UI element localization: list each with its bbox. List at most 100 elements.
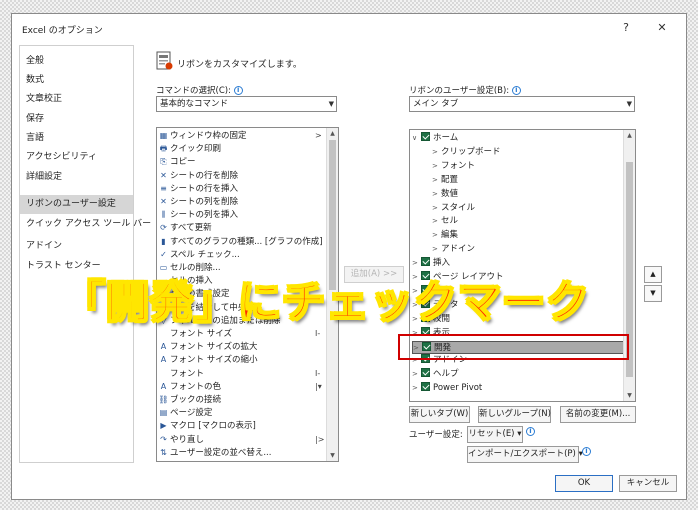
checkbox-checked-icon[interactable] <box>421 368 430 378</box>
command-icon: ⛓ <box>158 395 169 404</box>
move-up-button[interactable]: ▲ <box>644 266 662 283</box>
command-list-item[interactable]: ⇅ ユーザー設定の並べ替え... <box>158 447 271 459</box>
checkbox-checked-icon[interactable] <box>421 382 430 392</box>
ribbon-tree-item[interactable]: > セル <box>432 215 622 228</box>
command-list-item[interactable]: ▤ ページ設定 <box>158 407 213 419</box>
nav-item[interactable]: 保存 <box>20 110 133 129</box>
command-list-item[interactable]: ⟳ すべて更新 <box>158 222 211 234</box>
ok-button[interactable]: OK <box>555 475 613 492</box>
ribbon-tree-label: 数値 <box>441 188 459 199</box>
ribbon-tree[interactable]: > Power Pivot > ヘルプ > アドイン > 開発 > 表示 > 校閲 > データ > 数式 > ペー… <box>409 129 636 402</box>
command-label: マクロ [マクロの表示] <box>170 421 256 432</box>
command-list-item[interactable]: ✕ シートの列を削除 <box>158 196 238 208</box>
info-icon: i <box>526 427 535 436</box>
chevron-right-icon[interactable]: > <box>432 229 441 242</box>
chevron-right-icon[interactable]: > <box>432 146 441 159</box>
ribbon-tree-item[interactable]: > スタイル <box>432 202 622 215</box>
command-list-item[interactable]: ▮ すべてのグラフの種類... [グラフの作成] <box>158 236 323 248</box>
chevron-right-icon[interactable]: > <box>432 215 441 228</box>
chevron-right-icon[interactable]: > <box>432 174 441 187</box>
command-list-item[interactable]: ⎘ コピー <box>158 156 195 168</box>
scroll-down-icon[interactable]: ▼ <box>327 450 338 461</box>
annotation-overlay-text: 「開発」にチェックマーク <box>61 277 590 329</box>
command-list-item[interactable]: ↷ やり直し |> <box>158 434 324 446</box>
command-icon: ▦ <box>159 131 168 140</box>
ribbon-tree-label: ホーム <box>433 133 459 143</box>
command-list-item[interactable]: 🖶 クイック印刷 <box>158 143 221 155</box>
nav-item[interactable]: 数式 <box>20 71 133 90</box>
ribbon-tree-item[interactable]: > 配置 <box>432 174 622 187</box>
nav-item[interactable]: 文章校正 <box>20 90 133 109</box>
nav-item[interactable]: アクセシビリティ <box>20 148 133 167</box>
command-list-item[interactable]: A フォントの色 |▾ <box>158 381 322 393</box>
reset-button[interactable]: リセット(E) ▾ <box>467 426 523 443</box>
close-button[interactable]: ✕ <box>652 18 672 38</box>
command-label: シートの行を削除 <box>170 170 239 181</box>
ribbon-tree-item[interactable]: > 数値 <box>432 188 622 201</box>
nav-item[interactable]: リボンのユーザー設定 <box>20 195 133 214</box>
checkbox-checked-icon[interactable] <box>421 132 430 141</box>
ribbon-tree-label: フォント <box>441 160 476 171</box>
scroll-up-icon[interactable]: ▲ <box>327 128 338 139</box>
chevron-right-icon[interactable]: > <box>412 382 421 395</box>
ribbon-tree-item[interactable]: ∨ ホーム <box>412 132 622 145</box>
chevron-right-icon[interactable]: > <box>412 368 421 381</box>
command-list-item[interactable]: A フォント サイズの縮小 <box>158 354 258 366</box>
command-label: シートの列を挿入 <box>170 210 239 221</box>
command-label: すべてのグラフの種類... [グラフの作成] <box>170 236 323 247</box>
ribbon-tree-label: スタイル <box>441 202 476 213</box>
command-label: ユーザー設定の並べ替え... <box>170 447 272 458</box>
new-tab-button[interactable]: 新しいタブ(W) <box>409 406 470 423</box>
chevron-down-icon: ▼ <box>626 100 632 108</box>
info-icon: i <box>511 86 521 95</box>
ribbon-tree-item[interactable]: > 編集 <box>432 229 622 242</box>
command-icon: 🖶 <box>159 144 168 154</box>
ribbon-tree-item[interactable]: > ヘルプ <box>412 368 622 381</box>
ribbon-tree-item[interactable]: > クリップボード <box>432 146 622 159</box>
nav-item[interactable]: 詳細設定 <box>20 168 133 187</box>
excel-options-dialog: Excel のオプション ? ✕ 全般 数式 文章校正 保存 言語 アクセシビリティ 詳細設… <box>11 13 687 500</box>
ribbon-scrollbar[interactable]: ▲ ▼ <box>623 130 635 401</box>
ribbon-customize-icon <box>156 51 173 70</box>
nav-item[interactable]: 言語 <box>20 129 133 148</box>
chevron-right-icon[interactable]: > <box>432 160 441 173</box>
new-group-button[interactable]: 新しいグループ(N) <box>478 406 551 423</box>
command-list-item[interactable]: ≡ シートの行を挿入 <box>158 183 238 195</box>
command-list-item[interactable]: A フォント サイズの拡大 <box>158 341 258 353</box>
scroll-down-icon[interactable]: ▼ <box>624 390 635 401</box>
command-icon: A <box>160 381 167 391</box>
command-list-item[interactable]: ⫼ シートの列を挿入 <box>158 209 238 221</box>
chevron-right-icon[interactable]: > <box>432 188 441 201</box>
ribbon-tree-label: クリップボード <box>441 146 501 157</box>
rename-button[interactable]: 名前の変更(M)... <box>560 406 636 423</box>
ribbon-tree-item[interactable]: > Power Pivot <box>412 382 622 395</box>
command-icon: ⎘ <box>160 157 167 167</box>
chevron-right-icon[interactable]: > <box>432 202 441 215</box>
nav-item[interactable]: アドイン <box>20 237 133 256</box>
ribbon-tree-item[interactable]: > アドイン <box>432 243 622 256</box>
import-export-button[interactable]: インポート/エクスポート(P) ▾ <box>467 446 583 463</box>
command-list-item[interactable]: ✕ シートの行を削除 <box>158 170 238 182</box>
help-button[interactable]: ? <box>616 18 636 38</box>
ribbon-tree-item[interactable]: > フォント <box>432 160 622 173</box>
chevron-right-icon[interactable]: > <box>432 243 441 256</box>
command-label: フォントの色 <box>170 381 222 392</box>
command-list-item[interactable]: ⛓ブックの接続 <box>158 394 221 406</box>
command-list-item[interactable]: フォント I- <box>158 368 320 380</box>
command-label: フォント サイズの拡大 <box>170 342 258 353</box>
command-list-item[interactable]: ▦ ウィンドウ枠の固定 > <box>158 130 322 142</box>
command-list-item[interactable]: ✓ スペル チェック... <box>158 249 240 261</box>
ribbon-tree-label: 配置 <box>441 174 459 185</box>
ribbon-label: リボンのユーザー設定(B): i <box>409 84 521 96</box>
cancel-button[interactable]: キャンセル <box>619 475 677 492</box>
chevron-down-icon[interactable]: ∨ <box>412 132 421 145</box>
commands-dropdown[interactable]: 基本的なコマンド ▼ <box>156 96 337 112</box>
move-down-button[interactable]: ▼ <box>644 285 662 302</box>
nav-item[interactable]: 全般 <box>20 52 133 71</box>
checkbox-checked-icon[interactable] <box>421 257 430 267</box>
header-text: リボンをカスタマイズします。 <box>177 60 302 70</box>
nav-item[interactable]: クイック アクセス ツール バー <box>20 215 151 234</box>
command-list-item[interactable]: ▶ マクロ [マクロの表示] <box>158 420 256 432</box>
scroll-up-icon[interactable]: ▲ <box>624 130 635 141</box>
ribbon-dropdown[interactable]: メイン タブ ▼ <box>409 96 635 112</box>
